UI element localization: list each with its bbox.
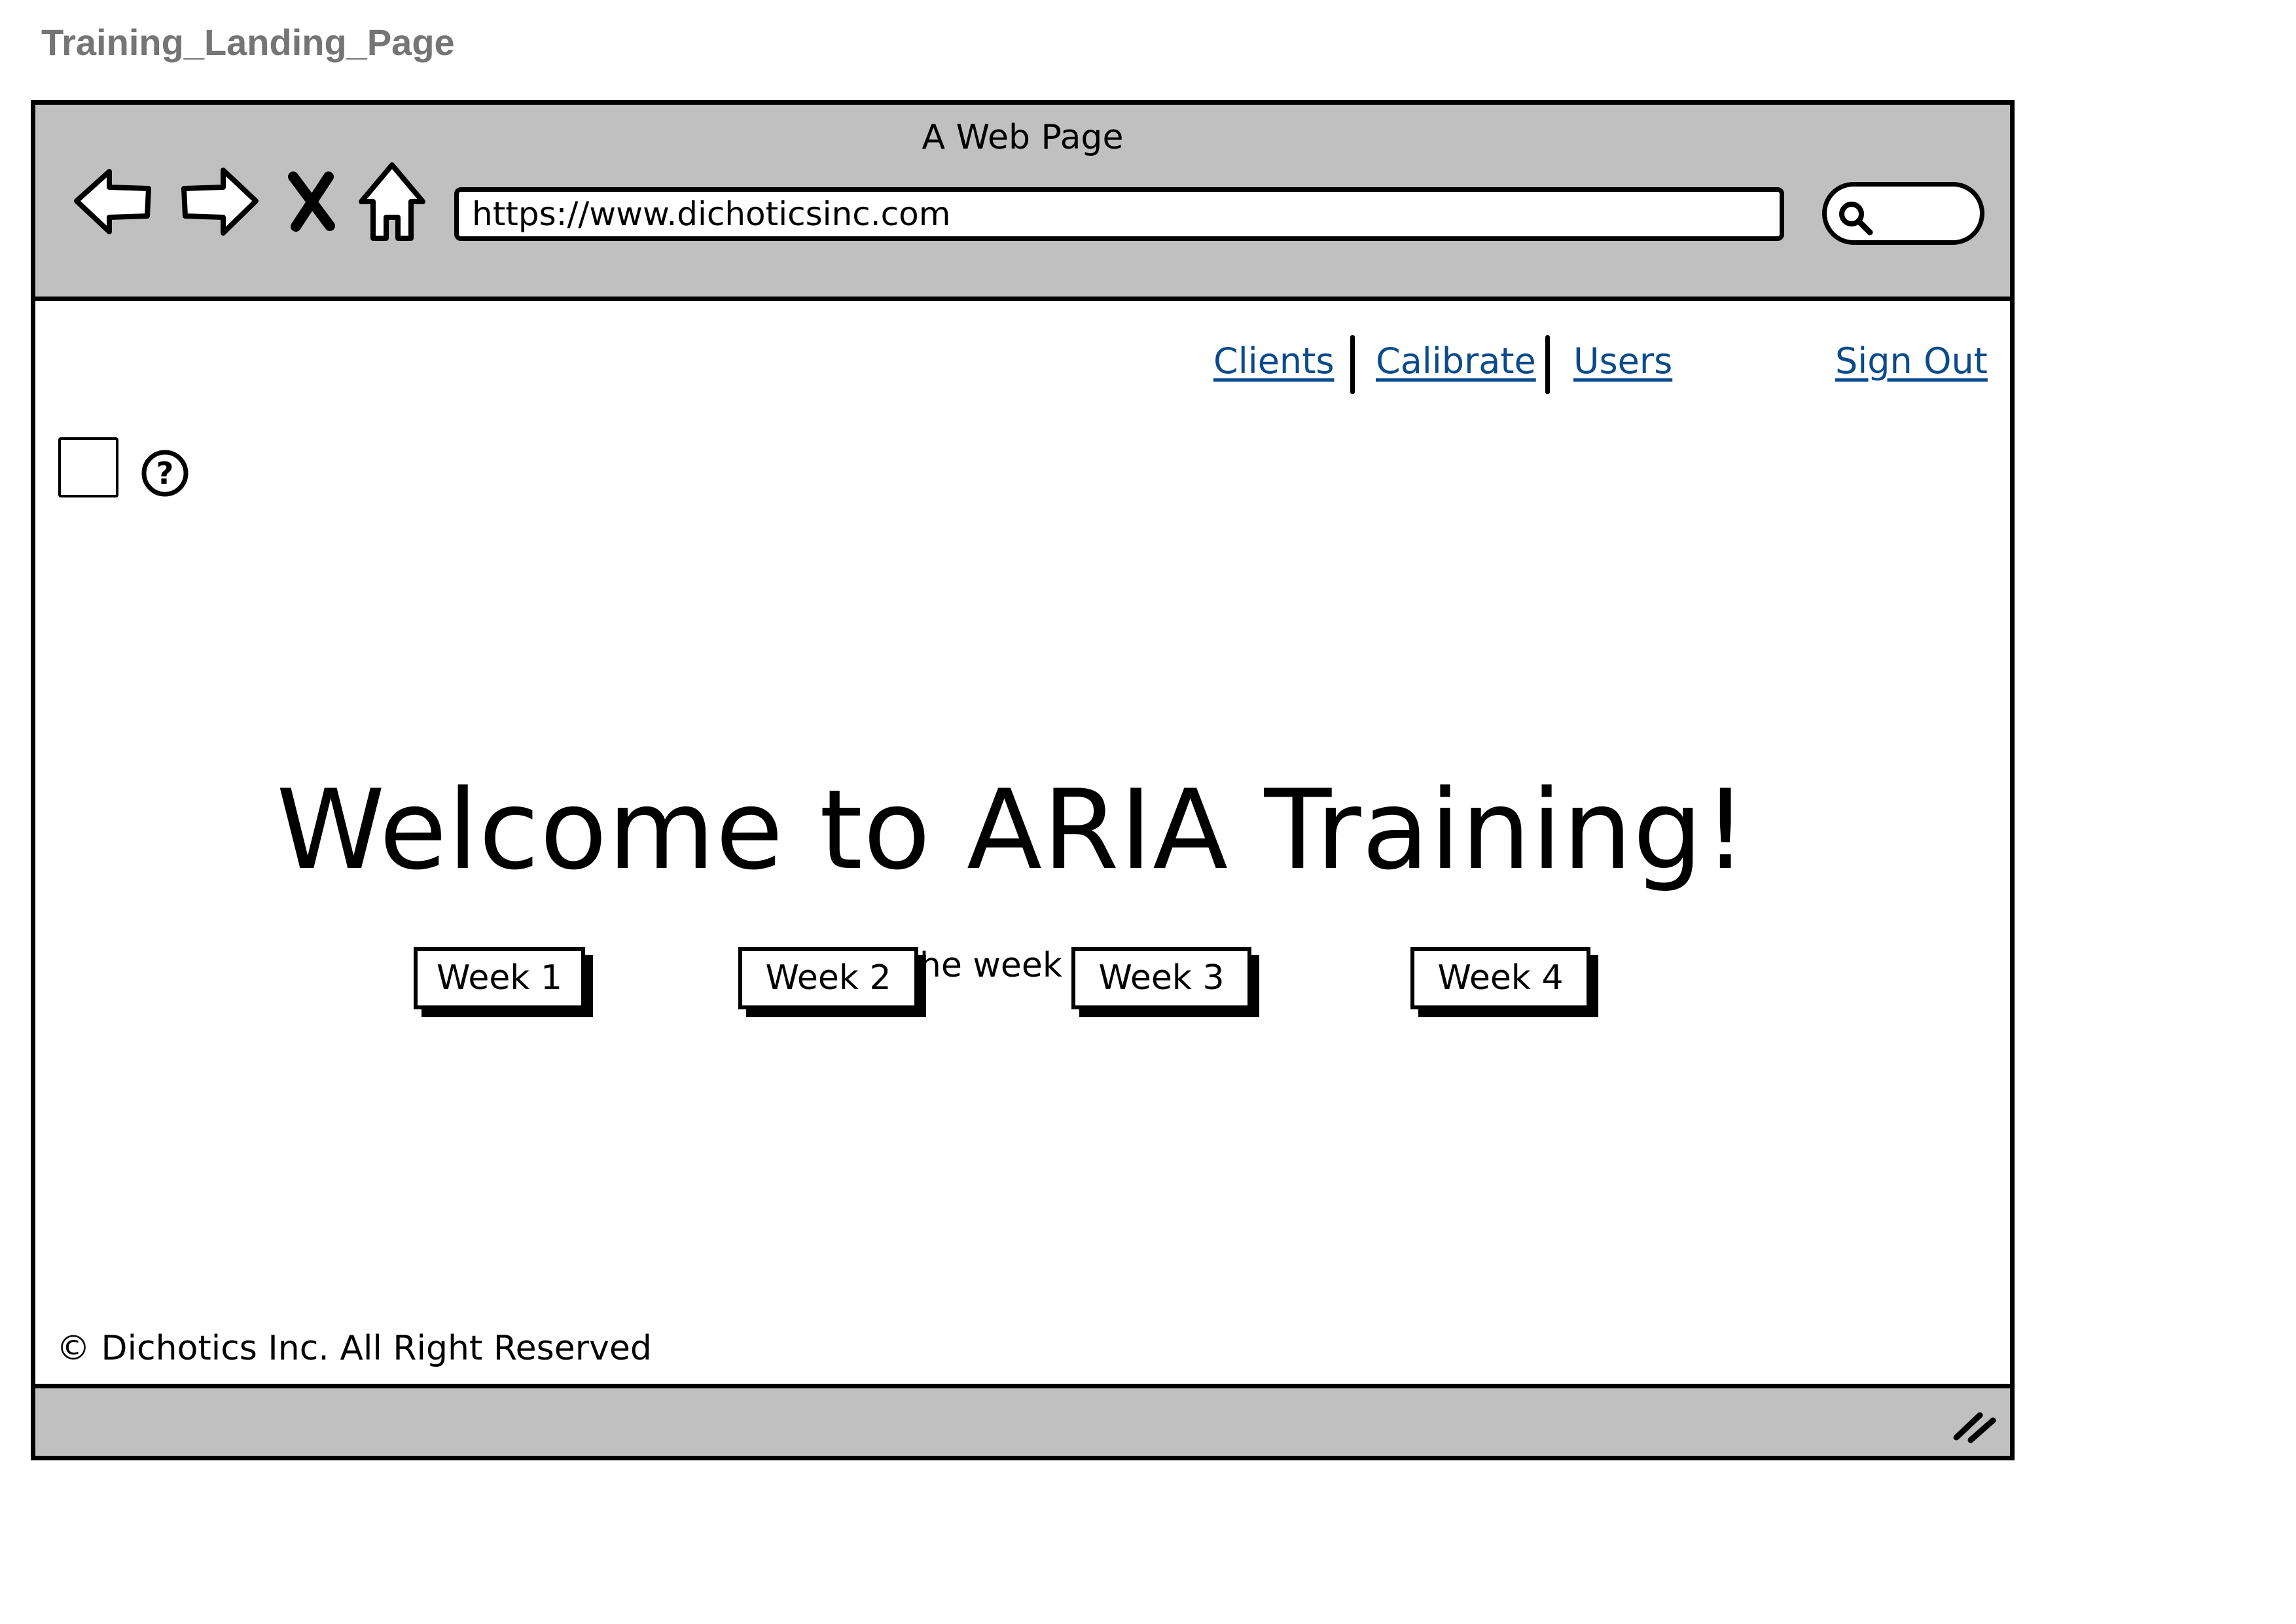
nav-link-users[interactable]: Users (1573, 340, 1672, 382)
week-2-button[interactable]: Week 2 (738, 947, 918, 1009)
help-icon[interactable]: ? (140, 448, 190, 498)
browser-window: A Web Page https://www.dichoticsinc.com … (31, 100, 2015, 1460)
browser-chrome: A Web Page https://www.dichoticsinc.com (35, 105, 2010, 301)
forward-arrow-icon[interactable] (176, 165, 261, 237)
nav-separator (1545, 335, 1550, 394)
footer-copyright: © Dichotics Inc. All Right Reserved (56, 1329, 652, 1368)
browser-search-field[interactable] (1822, 182, 1984, 245)
choose-week-subtitle: Choose the week you are on (770, 946, 1255, 985)
back-arrow-icon[interactable] (71, 165, 156, 237)
svg-text:?: ? (156, 456, 174, 491)
nav-separator (1350, 335, 1355, 394)
logo-placeholder (58, 437, 118, 497)
welcome-heading: Welcome to ARIA Training! (276, 766, 1748, 894)
search-icon (1839, 202, 1873, 236)
week-1-button[interactable]: Week 1 (414, 947, 585, 1009)
sign-out-link[interactable]: Sign Out (1835, 340, 1988, 382)
stop-icon[interactable] (284, 170, 340, 232)
url-bar[interactable]: https://www.dichoticsinc.com (454, 187, 1784, 241)
home-icon[interactable] (356, 161, 428, 243)
nav-link-calibrate[interactable]: Calibrate (1376, 340, 1536, 382)
week-4-button[interactable]: Week 4 (1410, 947, 1590, 1009)
nav-link-clients[interactable]: Clients (1213, 340, 1334, 382)
page-label: Training_Landing_Page (41, 22, 455, 63)
window-title: A Web Page (922, 118, 1124, 157)
week-3-button[interactable]: Week 3 (1071, 947, 1251, 1009)
resize-grip-icon[interactable] (1951, 1406, 1998, 1445)
browser-status-bar (35, 1384, 2010, 1456)
